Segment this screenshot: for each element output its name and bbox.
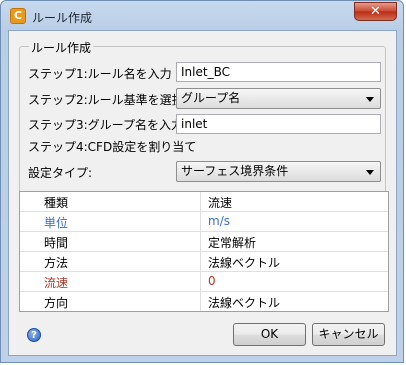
row-key: 時間 bbox=[44, 236, 69, 250]
table-row[interactable]: 流速 0 bbox=[20, 272, 388, 292]
step3-label: ステップ3:グループ名を入力 bbox=[28, 118, 183, 132]
setting-type-label: 設定タイプ: bbox=[28, 166, 93, 180]
settings-table: 種類 流速 単位 m/s 時間 定常解析 方法 法線ベクトル 流速 0 方向 法… bbox=[19, 191, 389, 312]
rule-criteria-select[interactable]: グループ名 bbox=[176, 88, 381, 109]
table-row[interactable]: 単位 m/s bbox=[20, 212, 388, 232]
step4-label: ステップ4:CFD設定を割り当て bbox=[28, 140, 197, 154]
row-value: 定常解析 bbox=[208, 236, 257, 250]
help-icon[interactable]: ? bbox=[27, 328, 41, 342]
title-bar[interactable]: C ルール作成 ✕ bbox=[1, 1, 403, 31]
group-title: ルール作成 bbox=[29, 39, 94, 56]
row-key: 種類 bbox=[44, 196, 69, 210]
setting-type-select[interactable]: サーフェス境界条件 bbox=[176, 161, 381, 182]
table-row[interactable]: 方向 法線ベクトル bbox=[20, 292, 388, 312]
setting-type-value: サーフェス境界条件 bbox=[181, 164, 289, 178]
row-value: 0 bbox=[208, 274, 216, 288]
step1-label: ステップ1:ルール名を入力 bbox=[28, 67, 172, 81]
close-button[interactable]: ✕ bbox=[354, 2, 397, 21]
dialog-body: ルール作成 ステップ1:ルール名を入力 Inlet_BC ステップ2:ルール基準… bbox=[8, 30, 397, 356]
row-key: 方法 bbox=[44, 256, 69, 270]
rule-criteria-value: グループ名 bbox=[181, 91, 241, 105]
rule-name-input[interactable]: Inlet_BC bbox=[176, 62, 381, 82]
row-value: 流速 bbox=[208, 196, 233, 210]
row-value: 法線ベクトル bbox=[208, 256, 281, 270]
app-logo-icon: C bbox=[10, 8, 26, 24]
table-row[interactable]: 方法 法線ベクトル bbox=[20, 252, 388, 272]
row-value: m/s bbox=[208, 214, 230, 228]
dialog-window: C ルール作成 ✕ ルール作成 ステップ1:ルール名を入力 Inlet_BC ス… bbox=[0, 0, 404, 363]
row-key: 方向 bbox=[44, 296, 69, 310]
row-key: 流速 bbox=[44, 276, 69, 290]
row-key: 単位 bbox=[44, 216, 69, 230]
chevron-down-icon bbox=[366, 170, 374, 175]
window-title: ルール作成 bbox=[32, 11, 93, 25]
cancel-button[interactable]: キャンセル bbox=[312, 323, 385, 346]
ok-button[interactable]: OK bbox=[233, 323, 306, 346]
table-row[interactable]: 時間 定常解析 bbox=[20, 232, 388, 252]
table-row[interactable]: 種類 流速 bbox=[20, 192, 388, 212]
step2-label: ステップ2:ルール基準を選択 bbox=[28, 93, 184, 107]
chevron-down-icon bbox=[366, 97, 374, 102]
row-value: 法線ベクトル bbox=[208, 296, 281, 310]
group-name-input[interactable]: inlet bbox=[176, 114, 381, 134]
